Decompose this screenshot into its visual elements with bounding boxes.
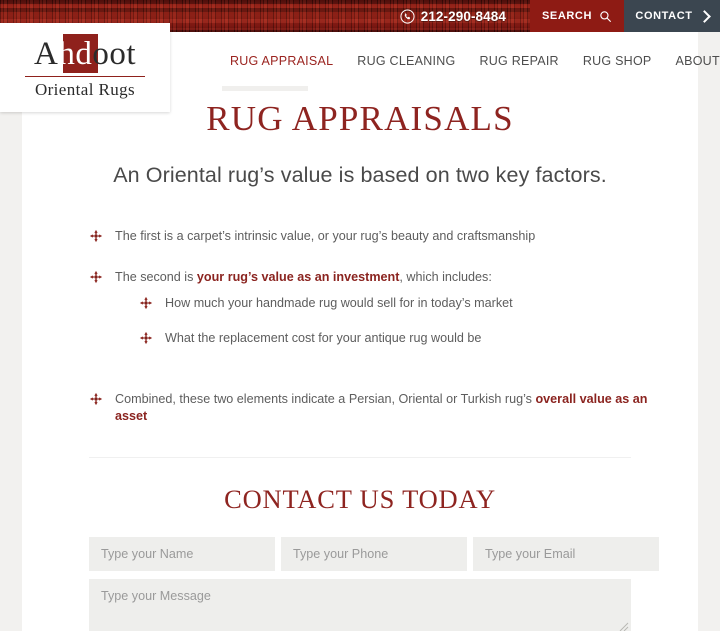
phone-number: 212-290-8484 (420, 8, 506, 24)
search-button[interactable]: SEARCH (530, 0, 624, 32)
nav-item-rug-shop[interactable]: RUG SHOP (571, 32, 664, 91)
message-field-wrapper (89, 579, 631, 631)
medallion-bullet-icon (89, 392, 103, 406)
list-item-text: The second is your rug’s value as an inv… (115, 270, 492, 284)
list-item-text-bold: your rug’s value as an investment (196, 270, 400, 284)
search-label: SEARCH (541, 10, 593, 22)
medallion-bullet-icon (89, 229, 103, 243)
phone-block[interactable]: 212-290-8484 (400, 9, 530, 24)
contact-section-title: CONTACT US TODAY (224, 484, 496, 514)
list-item: The second is your rug’s value as an inv… (89, 269, 658, 347)
contact-form-row (89, 537, 659, 571)
list-item-text: What the replacement cost for your antiq… (165, 331, 482, 345)
name-input[interactable] (89, 537, 275, 571)
logo-wordmark: Ahdoot (33, 33, 136, 74)
email-input[interactable] (473, 537, 659, 571)
list-item: What the replacement cost for your antiq… (139, 330, 658, 347)
contact-button[interactable]: CONTACT (624, 0, 720, 32)
logo-divider-rule (25, 75, 145, 77)
list-item: How much your handmade rug would sell fo… (139, 295, 658, 312)
message-textarea[interactable] (89, 579, 631, 631)
nav-item-rug-appraisal[interactable]: RUG APPRAISAL (218, 32, 345, 91)
phone-input[interactable] (281, 537, 467, 571)
site-logo[interactable]: Ahdoot Oriental Rugs (0, 23, 170, 112)
contact-form: SUBMIT (89, 537, 659, 631)
logo-name-part3: oot (92, 35, 136, 72)
list-item: The first is a carpet’s intrinsic value,… (89, 228, 658, 245)
list-item: Combined, these two elements indicate a … (89, 391, 658, 425)
investment-sublist: How much your handmade rug would sell fo… (115, 295, 658, 347)
medallion-bullet-icon (89, 270, 103, 284)
primary-navigation: RUG APPRAISAL RUG CLEANING RUG REPAIR RU… (218, 32, 720, 91)
nav-item-rug-repair[interactable]: RUG REPAIR (467, 32, 570, 91)
section-divider (89, 457, 631, 458)
page-root: 212-290-8484 SEARCH CONTACT RUG APPRAISA… (0, 0, 720, 631)
value-factors-list: The first is a carpet’s intrinsic value,… (22, 228, 698, 425)
chevron-right-icon (697, 9, 711, 23)
list-item-text: The first is a carpet’s intrinsic value,… (115, 229, 536, 243)
logo-name-part2: hd (58, 35, 93, 72)
list-item-text: Combined, these two elements indicate a … (115, 392, 647, 423)
active-nav-indicator (222, 86, 308, 91)
medallion-bullet-icon (139, 331, 153, 345)
medallion-bullet-icon (139, 296, 153, 310)
list-item-text-post: , which includes: (399, 270, 492, 284)
search-icon (599, 10, 612, 23)
list-item-text-pre: Combined, these two elements indicate a … (115, 392, 536, 406)
nav-item-rug-cleaning[interactable]: RUG CLEANING (345, 32, 467, 91)
main-content: RUG APPRAISALS An Oriental rug’s value i… (22, 91, 698, 631)
list-item-text: How much your handmade rug would sell fo… (165, 296, 513, 310)
list-item-text-pre: The second is (115, 270, 197, 284)
logo-subtitle: Oriental Rugs (34, 79, 136, 99)
logo-name-part1: A (33, 35, 59, 72)
contact-label: CONTACT (635, 10, 693, 22)
phone-icon (400, 8, 415, 24)
page-subtitle: An Oriental rug’s value is based on two … (113, 163, 607, 187)
nav-item-about[interactable]: ABOUT (664, 32, 720, 91)
